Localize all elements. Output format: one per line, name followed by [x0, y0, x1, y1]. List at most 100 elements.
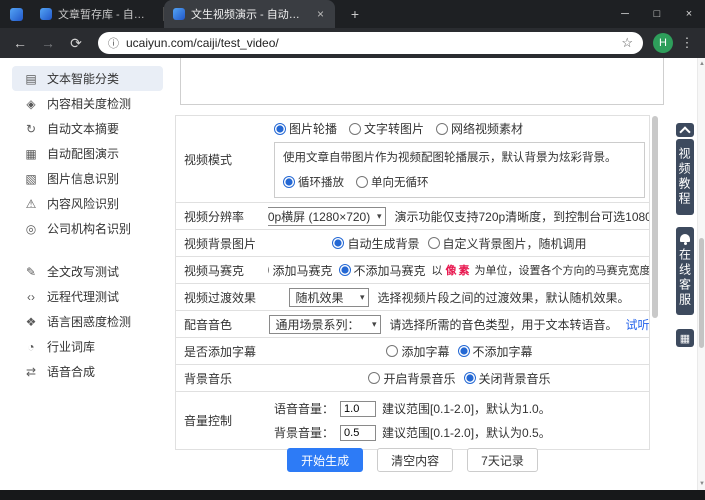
- forward-icon[interactable]: →: [36, 35, 60, 51]
- transition-select[interactable]: 随机效果 ▾: [289, 288, 369, 307]
- sidebar-item-org-recognition[interactable]: ◎ 公司机构名识别: [12, 216, 163, 241]
- music-radio-off[interactable]: [464, 372, 476, 384]
- main-content: 视频模式 图片轮播 文字转图片: [175, 58, 697, 490]
- option-label: 开启背景音乐: [383, 370, 455, 387]
- bg-volume-label: 背景音量：: [274, 424, 334, 441]
- sidebar-item-image-info[interactable]: ▧ 图片信息识别: [12, 166, 163, 191]
- transition-label: 视频过渡效果: [176, 284, 268, 310]
- video-mode-option-slideshow[interactable]: 图片轮播: [274, 120, 337, 137]
- music-label: 背景音乐: [176, 365, 268, 391]
- profile-avatar[interactable]: H: [653, 33, 673, 53]
- video-mode-radio-text2img[interactable]: [349, 123, 361, 135]
- sidebar-item-label: 行业词库: [47, 338, 95, 355]
- bg-image-radio-custom[interactable]: [428, 237, 440, 249]
- mosaic-hint-prefix: 以: [432, 265, 443, 277]
- text-classify-icon: ▤: [24, 72, 38, 86]
- video-tutorial-tab[interactable]: 视频教程: [676, 139, 694, 215]
- bg-image-radio-auto[interactable]: [332, 237, 344, 249]
- sidebar-item-speech-synthesis[interactable]: ⇄ 语音合成: [12, 359, 163, 384]
- voice-hint: 请选择所需的音色类型，用于文本转语音。: [389, 316, 617, 333]
- video-mode-options: 图片轮播 文字转图片 网络视频素材: [274, 120, 645, 137]
- back-icon[interactable]: ←: [8, 35, 32, 51]
- music-option-on[interactable]: 开启背景音乐: [368, 370, 455, 387]
- sidebar-item-relevance-check[interactable]: ◈ 内容相关度检测: [12, 91, 163, 116]
- sidebar-item-label: 自动配图演示: [47, 145, 119, 162]
- site-info-icon[interactable]: ⓘ: [108, 35, 119, 51]
- video-mode-radio-webvideo[interactable]: [436, 123, 448, 135]
- sidebar-item-auto-image[interactable]: ▦ 自动配图演示: [12, 141, 163, 166]
- loop-option-loop[interactable]: 循环播放: [283, 174, 344, 190]
- option-label: 不添加字幕: [473, 343, 533, 360]
- new-tab-button[interactable]: +: [345, 6, 365, 22]
- window-bottom-edge: [0, 490, 705, 500]
- voice-volume-input[interactable]: [340, 401, 376, 417]
- bg-volume-input[interactable]: [340, 425, 376, 441]
- option-label: 图片轮播: [289, 120, 337, 137]
- subtitle-radio-add[interactable]: [386, 345, 398, 357]
- generate-button[interactable]: 开始生成: [287, 448, 363, 472]
- subtitle-option-add[interactable]: 添加字幕: [386, 343, 449, 360]
- sidebar-item-auto-summary[interactable]: ↻ 自动文本摘要: [12, 116, 163, 141]
- sidebar-item-proxy-test[interactable]: ‹› 远程代理测试: [12, 284, 163, 309]
- mosaic-radio-none[interactable]: [339, 264, 351, 276]
- loop-radio-loop[interactable]: [283, 176, 295, 188]
- sidebar-item-risk-check[interactable]: ⚠ 内容风险识别: [12, 191, 163, 216]
- url-text[interactable]: ucaiyun.com/caiji/test_video/: [126, 36, 614, 50]
- selected-value: 720p横屏 (1280×720): [268, 208, 370, 225]
- scroll-up-icon[interactable]: ▲: [698, 61, 705, 67]
- resolution-label: 视频分辨率: [176, 203, 268, 229]
- browser-window: 文章暂存库 - 自动文章采集器 文生视频演示 - 自动文章采集 × + ─ □ …: [0, 0, 705, 500]
- transition-row: 视频过渡效果 随机效果 ▾ 选择视频片段之间的过渡效果，默认随机效果。: [176, 284, 649, 311]
- tab-close-icon[interactable]: ×: [315, 7, 326, 21]
- tab-article-store[interactable]: 文章暂存库 - 自动文章采集器: [31, 0, 163, 28]
- bg-volume-hint: 建议范围[0.1-2.0]，默认为0.5。: [382, 424, 551, 441]
- video-mode-option-webvideo[interactable]: 网络视频素材: [436, 120, 523, 137]
- scroll-down-icon[interactable]: ▼: [698, 481, 705, 487]
- refresh-icon[interactable]: ⟳: [64, 35, 88, 52]
- page-scrollbar-thumb[interactable]: [699, 238, 704, 348]
- loop-option-once[interactable]: 单向无循环: [356, 174, 429, 190]
- sidebar-item-perplexity-check[interactable]: ❖ 语言困惑度检测: [12, 309, 163, 334]
- music-radio-on[interactable]: [368, 372, 380, 384]
- voice-select[interactable]: 通用场景系列： ▾: [269, 315, 381, 334]
- mosaic-option-none[interactable]: 不添加马赛克: [339, 262, 426, 279]
- sidebar-gap: [0, 241, 175, 259]
- content-scrollbar-thumb[interactable]: [652, 116, 658, 318]
- minimize-button[interactable]: ─: [609, 0, 641, 28]
- mosaic-radio-add[interactable]: [268, 264, 269, 276]
- video-mode-radio-slideshow[interactable]: [274, 123, 286, 135]
- subtitle-option-none[interactable]: 不添加字幕: [458, 343, 533, 360]
- sidebar-item-text-classify[interactable]: ▤ 文本智能分类: [12, 66, 163, 91]
- address-bar[interactable]: ⓘ ucaiyun.com/caiji/test_video/ ☆: [98, 32, 643, 54]
- sidebar-item-industry-lexicon[interactable]: ◔ 行业词库: [12, 334, 163, 359]
- collapse-chevron-icon[interactable]: [676, 123, 694, 137]
- subtitle-radio-none[interactable]: [458, 345, 470, 357]
- bg-image-option-custom[interactable]: 自定义背景图片，随机调用: [428, 235, 587, 252]
- maximize-button[interactable]: □: [641, 0, 673, 28]
- bg-volume-line: 背景音量： 建议范围[0.1-2.0]，默认为0.5。: [274, 424, 645, 441]
- browser-menu-icon[interactable]: ⋮: [677, 35, 697, 51]
- audition-link[interactable]: 试听: [626, 316, 650, 333]
- loop-radio-once[interactable]: [356, 176, 368, 188]
- mosaic-row: 视频马赛克 添加马赛克 不添加马赛克 以像素为单位，设置各个方向的马赛克宽度。: [176, 257, 649, 284]
- resolution-select[interactable]: 720p横屏 (1280×720) ▾: [268, 207, 386, 226]
- history-button[interactable]: 7天记录: [467, 448, 538, 472]
- music-option-off[interactable]: 关闭背景音乐: [464, 370, 551, 387]
- online-service-tab[interactable]: 在线客服: [676, 227, 694, 315]
- bookmark-star-icon[interactable]: ☆: [621, 35, 633, 51]
- qr-code-icon[interactable]: ▦: [676, 329, 694, 347]
- clear-button[interactable]: 清空内容: [377, 448, 453, 472]
- close-button[interactable]: ×: [673, 0, 705, 28]
- video-mode-option-text2img[interactable]: 文字转图片: [349, 120, 424, 137]
- tab-video-demo[interactable]: 文生视频演示 - 自动文章采集 ×: [164, 0, 335, 28]
- sidebar-item-rewrite-test[interactable]: ✎ 全文改写测试: [12, 259, 163, 284]
- bg-image-option-auto[interactable]: 自动生成背景: [332, 235, 419, 252]
- mosaic-option-add[interactable]: 添加马赛克: [268, 262, 333, 279]
- voice-volume-label: 语音音量：: [274, 400, 334, 417]
- page-scrollbar[interactable]: ▲ ▼: [697, 58, 705, 490]
- tab-title: 文生视频演示 - 自动文章采集: [191, 6, 309, 22]
- site-favicon: [40, 8, 52, 20]
- option-label: 单向无循环: [371, 174, 429, 190]
- site-favicon: [173, 8, 185, 20]
- auto-summary-icon: ↻: [24, 122, 38, 136]
